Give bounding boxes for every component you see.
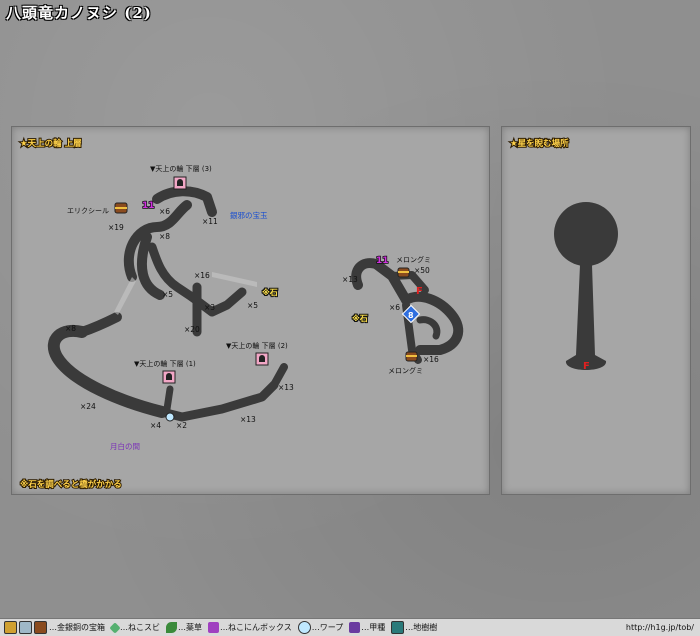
count-19: ×19 (108, 223, 124, 232)
corridor-big-arc (47, 324, 168, 418)
legend-beetle-label: …甲種 (361, 623, 386, 632)
legend-nekosubi: …ねこスビ (109, 621, 160, 634)
count-4: ×4 (150, 421, 161, 430)
legend-warp-label: …ワープ (311, 623, 344, 632)
legend-beetle: …甲種 (349, 622, 385, 633)
count-20: ×20 (184, 325, 200, 334)
page-title: 八頭竜カノヌシ (2) (6, 4, 152, 22)
label-lower-1: ▼天上の輪 下層 (1) (134, 359, 196, 368)
count-13a: ×13 (240, 415, 256, 424)
count-11: ×11 (202, 217, 218, 226)
count-5a: ×5 (162, 290, 173, 299)
gold-chest-icon (4, 621, 17, 634)
count-24: ×24 (80, 402, 96, 411)
upper-layer-map: ★天上の輪 上層 ▼天上の輪 下層 (3) ▼天上の輪 下層 (1) ▼天上の輪… (19, 137, 294, 491)
count-16: ×16 (194, 271, 210, 280)
label-elixir: エリクシール (67, 207, 109, 215)
label-num11-upper: 11 (142, 201, 155, 211)
label-silver-orb: 銀邪の宝玉 (230, 210, 268, 220)
star-f-marker: F (583, 361, 590, 372)
legend-bar: …金銀銅の宝箱 …ねこスビ …薬草 …ねこにんボックス …ワープ …甲種 …地樹… (0, 618, 700, 636)
legend-nekobox: …ねこにんボックス (208, 622, 292, 633)
legend-warp: …ワープ (297, 621, 344, 634)
star-watch-panel: ★星を睨む場所 F (501, 126, 691, 495)
herb-icon (166, 622, 177, 633)
legend-tree-label: …地樹樹 (405, 623, 438, 632)
legend-nekosubi-label: …ねこスビ (120, 623, 160, 632)
tree-icon (391, 621, 405, 634)
legend-chest-label: …金銀銅の宝箱 (49, 623, 105, 632)
label-stone-upper: ※石 (262, 287, 278, 297)
upper-note: ※石を調べると橋がかかる (20, 479, 122, 490)
warp-circle-icon (165, 412, 175, 422)
corridor-left-upper (77, 312, 122, 337)
corridor-center (163, 385, 174, 413)
lock-door-icon (255, 352, 269, 366)
credit-url[interactable]: http://h1g.jp/tob/ (626, 623, 694, 632)
legend-tree: …地樹樹 (391, 621, 437, 634)
lock-door-icon (162, 370, 176, 384)
beetle-icon (349, 622, 361, 633)
legend-herb-label: …薬草 (178, 623, 202, 632)
label-lower-3: ▼天上の輪 下層 (3) (150, 164, 212, 173)
count-3: ×3 (204, 303, 215, 312)
count-2: ×2 (176, 421, 187, 430)
count-5b: ×5 (247, 301, 258, 310)
label-lower-2: ▼天上の輪 下層 (2) (226, 341, 288, 350)
lock-door-icon (173, 176, 187, 190)
legend-nekobox-label: …ねこにんボックス (220, 623, 292, 632)
corridor-bottom (157, 380, 279, 422)
nekosubi-icon (109, 621, 121, 634)
nekobox-icon (208, 622, 219, 633)
upper-layer-panel: ★天上の輪 上層 ▼天上の輪 下層 (3) ▼天上の輪 下層 (1) ▼天上の輪… (11, 126, 490, 495)
star-heading: ★星を睨む場所 (510, 138, 569, 149)
treasure-chest-icon (114, 202, 128, 214)
upper-heading: ★天上の輪 上層 (20, 138, 82, 149)
legend-chest: …金銀銅の宝箱 (49, 622, 105, 633)
label-moon-door: 月白の間 (110, 441, 140, 451)
star-watch-map: ★星を睨む場所 F (509, 137, 618, 372)
silver-chest-icon (19, 621, 32, 634)
bronze-chest-icon (34, 621, 47, 634)
count-8: ×8 (159, 232, 170, 241)
count-6: ×6 (159, 207, 170, 216)
legend-herb: …薬草 (166, 622, 202, 633)
count-13b: ×13 (278, 383, 294, 392)
count-8b: ×8 (65, 324, 76, 333)
warp-icon (297, 621, 311, 634)
